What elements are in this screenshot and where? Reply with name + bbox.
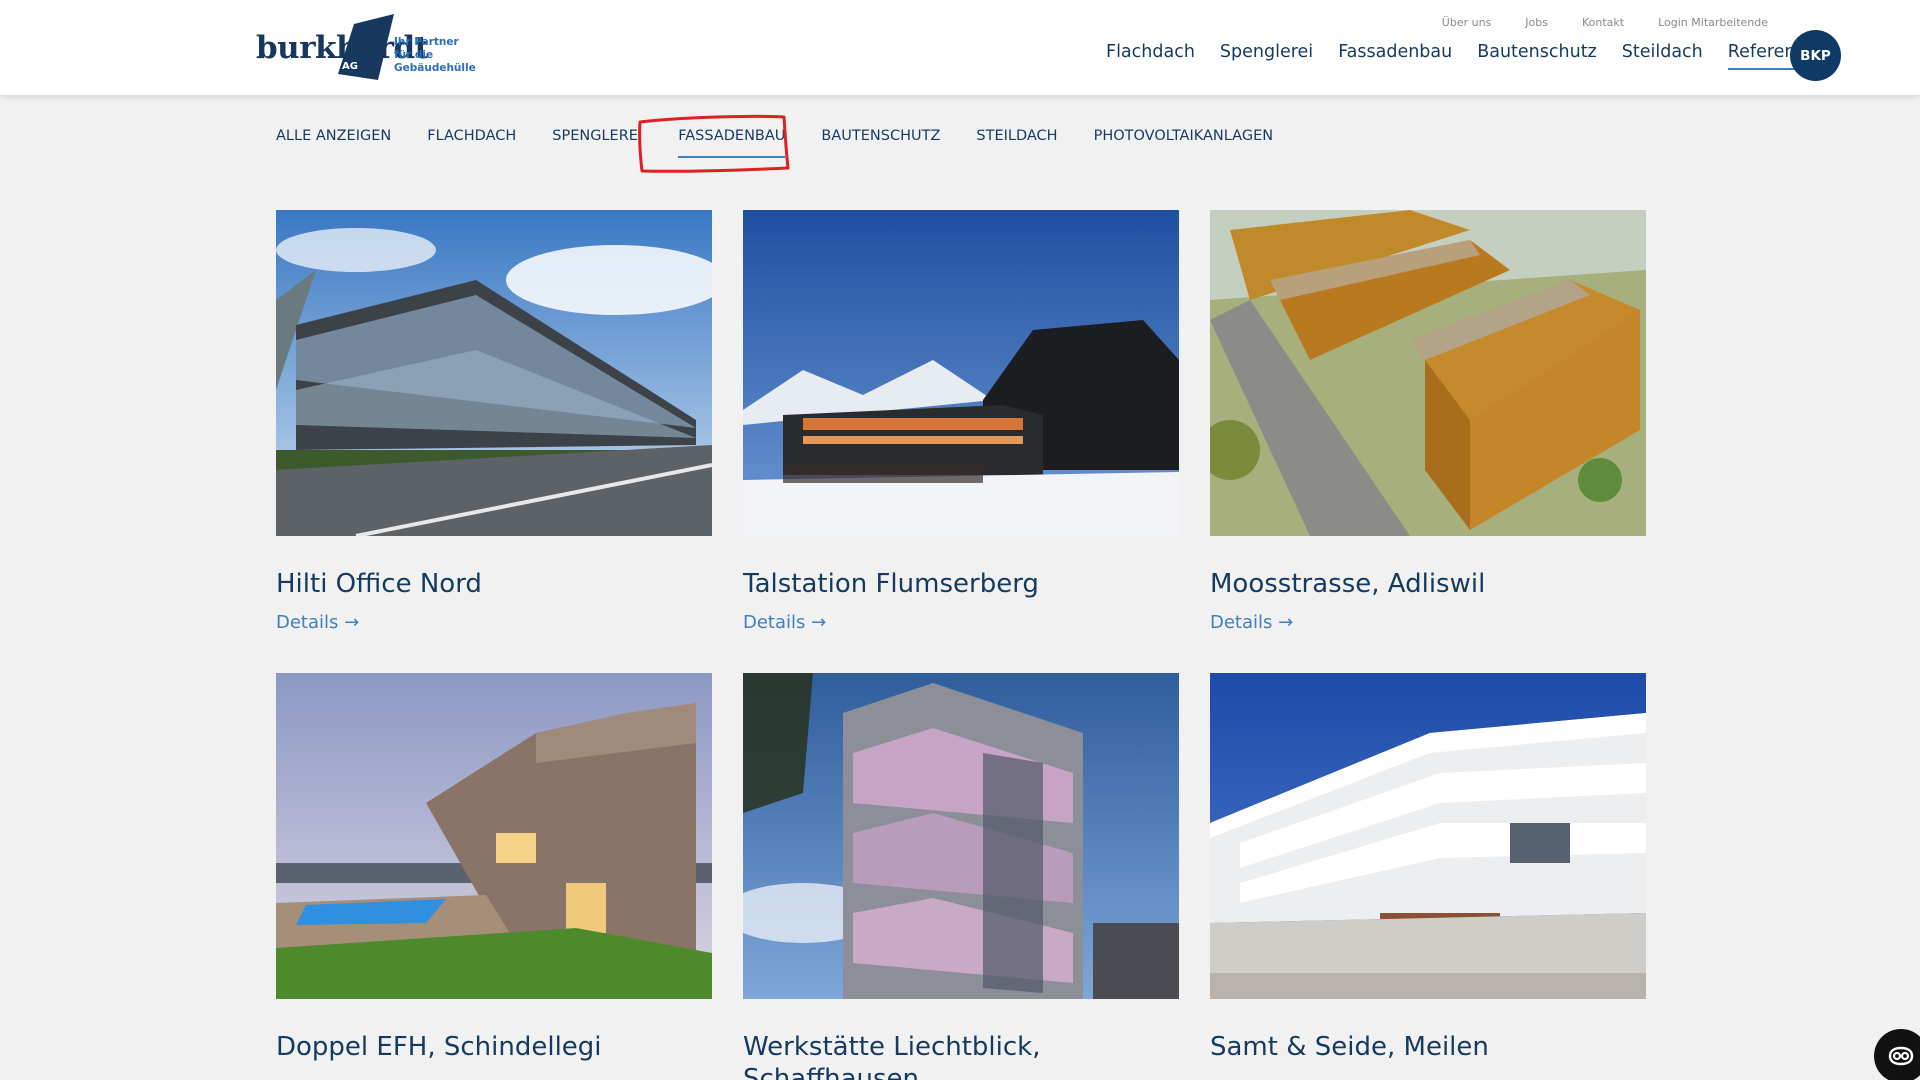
project-image[interactable] <box>743 673 1179 999</box>
utility-link-jobs[interactable]: Jobs <box>1525 16 1548 29</box>
filter-bautenschutz[interactable]: Bautenschutz <box>821 128 940 158</box>
card-title: Werkstätte Liechtblick, Schaffhausen <box>743 1032 1041 1080</box>
card-title: Talstation Flumserberg <box>743 569 1039 599</box>
filter-fassadenbau[interactable]: Fassadenbau <box>678 128 786 158</box>
nav-item-fassadenbau[interactable]: Fassadenbau <box>1338 42 1452 70</box>
brand-logo[interactable]: burkhardt AG Ihr Partner für die Gebäude… <box>256 14 496 82</box>
site-header: burkhardt AG Ihr Partner für die Gebäude… <box>0 0 1920 95</box>
chat-button[interactable] <box>1874 1029 1920 1080</box>
card-title: Doppel EFH, Schindellegi <box>276 1032 602 1062</box>
filter-flachdach[interactable]: Flachdach <box>427 128 516 158</box>
filter-photovoltaikanlagen[interactable]: Photovoltaikanlagen <box>1094 128 1274 158</box>
card-title: Moosstrasse, Adliswil <box>1210 569 1486 599</box>
utility-link-kontakt[interactable]: Kontakt <box>1582 16 1624 29</box>
details-link[interactable]: Details → <box>1210 612 1293 633</box>
details-link[interactable]: Details → <box>276 612 359 633</box>
project-image[interactable] <box>1210 210 1646 536</box>
reference-card: Werkstätte Liechtblick, Schaffhausen <box>743 673 1179 1080</box>
project-image[interactable] <box>743 210 1179 536</box>
bkp-button[interactable]: BKP <box>1790 30 1841 81</box>
utility-link-login[interactable]: Login Mitarbeitende <box>1658 16 1768 29</box>
brand-suffix: AG <box>342 61 358 72</box>
filter-spenglerei[interactable]: Spenglerei <box>552 128 642 158</box>
reference-card: Talstation Flumserberg Details → <box>743 210 1179 633</box>
reference-card: Samt & Seide, Meilen <box>1210 673 1646 1063</box>
reference-card: Hilti Office Nord Details → <box>276 210 712 633</box>
project-image[interactable] <box>276 673 712 999</box>
reference-card: Doppel EFH, Schindellegi <box>276 673 712 1063</box>
main-nav: Flachdach Spenglerei Fassadenbau Bautens… <box>1106 42 1852 70</box>
category-filter-bar: Alle anzeigen Flachdach Spenglerei Fassa… <box>276 128 1309 158</box>
filter-steildach[interactable]: Steildach <box>976 128 1057 158</box>
nav-item-bautenschutz[interactable]: Bautenschutz <box>1477 42 1597 70</box>
brand-tagline-line1: Ihr Partner <box>394 36 459 48</box>
nav-item-steildach[interactable]: Steildach <box>1622 42 1703 70</box>
filter-alle-anzeigen[interactable]: Alle anzeigen <box>276 128 391 158</box>
nav-item-spenglerei[interactable]: Spenglerei <box>1220 42 1313 70</box>
details-link[interactable]: Details → <box>743 612 826 633</box>
nav-item-flachdach[interactable]: Flachdach <box>1106 42 1195 70</box>
chat-icon <box>1888 1046 1914 1066</box>
project-image[interactable] <box>276 210 712 536</box>
utility-nav: Über uns Jobs Kontakt Login Mitarbeitend… <box>1408 16 1768 29</box>
project-image[interactable] <box>1210 673 1646 999</box>
brand-tagline: Ihr Partner für die Gebäudehülle <box>394 36 496 75</box>
utility-link-ueber-uns[interactable]: Über uns <box>1442 16 1492 29</box>
card-title: Samt & Seide, Meilen <box>1210 1032 1489 1062</box>
reference-card: Moosstrasse, Adliswil Details → <box>1210 210 1646 633</box>
brand-tagline-line2: für die Gebäudehülle <box>394 49 476 74</box>
card-title: Hilti Office Nord <box>276 569 482 599</box>
